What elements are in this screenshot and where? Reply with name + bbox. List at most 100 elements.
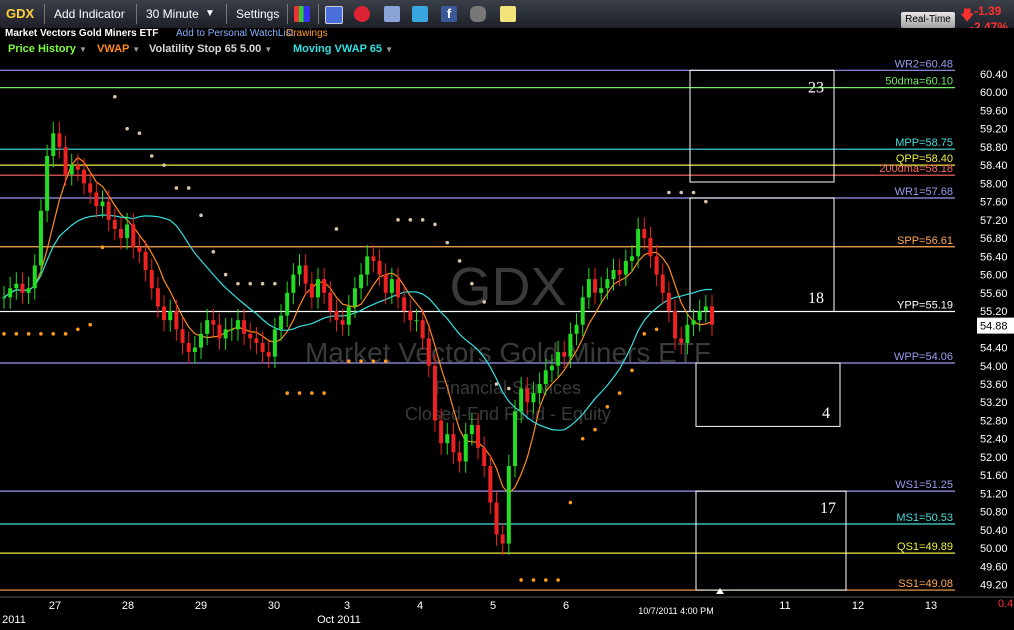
price-chart[interactable]: GDX Market Vectors Gold Miners ETF Finan… — [0, 0, 1014, 630]
chevron-down-icon[interactable]: ▼ — [385, 45, 393, 54]
crosshair-date-label: 10/7/2011 4:00 PM — [638, 606, 713, 616]
volatility-stop-dot — [334, 227, 339, 231]
indicator-volatility-stop[interactable]: Volatility Stop 65 5.00 ▼ — [149, 43, 272, 55]
candle-body — [660, 274, 665, 293]
date-tick-label: 30 — [268, 600, 280, 612]
candle-body — [20, 283, 25, 293]
chevron-down-icon[interactable]: ▼ — [132, 45, 140, 54]
price-tick-label: 51.60 — [980, 470, 1008, 482]
book-icon[interactable] — [384, 6, 400, 22]
volatility-stop-dot — [519, 578, 523, 582]
twitter-icon[interactable] — [412, 6, 428, 22]
candle-body — [488, 466, 493, 503]
price-tick-label: 57.20 — [980, 215, 1008, 227]
box-count-label: 23 — [808, 79, 824, 96]
volatility-stop-dot — [199, 213, 203, 218]
date-tick-label: 29 — [195, 600, 207, 612]
volatility-stop-dot — [420, 218, 425, 222]
candle-body — [162, 306, 167, 321]
settings-button[interactable]: Settings — [236, 0, 279, 28]
candle-body — [82, 169, 87, 184]
date-tick-label: 3 — [344, 600, 350, 612]
candle-body — [57, 133, 62, 147]
add-indicator-button[interactable]: Add Indicator — [54, 0, 125, 28]
date-tick-label: 28 — [122, 600, 134, 612]
candle-body — [396, 279, 401, 298]
indicator-label: VWAP — [97, 43, 130, 55]
symbol-field[interactable]: GDX — [6, 0, 34, 28]
candle-body — [512, 411, 517, 467]
indicator-moving-vwap[interactable]: Moving VWAP 65 ▼ — [293, 43, 393, 55]
candle-body — [371, 256, 376, 261]
volatility-stop-dot — [186, 186, 191, 190]
candle-body — [697, 311, 702, 321]
candle-body — [297, 265, 302, 275]
candle-body — [340, 320, 345, 325]
level-label: WS1=51.25 — [895, 479, 953, 491]
info-bar: Market Vectors Gold Miners ETF Add to Pe… — [0, 28, 1014, 42]
candle-body — [457, 452, 462, 462]
facebook-icon[interactable]: f — [441, 6, 457, 22]
candle-body — [420, 320, 425, 339]
toolbar-separator — [136, 4, 137, 24]
chevron-down-icon[interactable]: ▼ — [79, 45, 87, 54]
drawings-link[interactable]: Drawings — [286, 28, 328, 39]
candle-body — [525, 388, 530, 403]
candle-body — [334, 311, 339, 321]
indicator-label: Volatility Stop 65 5.00 — [149, 43, 262, 55]
current-price-label: 54.88 — [980, 321, 1008, 333]
box-count-label: 18 — [808, 290, 824, 307]
volatility-stop-dot — [137, 131, 142, 136]
candle-body — [537, 383, 542, 394]
candle-body — [636, 228, 641, 257]
volatility-stop-dot — [310, 391, 314, 395]
candle-body — [106, 201, 111, 220]
candle-body — [149, 270, 154, 289]
candle-body — [445, 434, 450, 444]
save-icon[interactable] — [325, 6, 343, 24]
binoculars-icon[interactable] — [470, 6, 486, 22]
volatility-stop-dot — [704, 199, 708, 204]
level-label: SS1=49.08 — [898, 578, 953, 590]
candle-body — [562, 352, 567, 357]
candle-body — [118, 228, 123, 239]
volatility-stop-dot — [174, 186, 179, 190]
candle-body — [439, 420, 444, 444]
candle-body — [8, 288, 13, 298]
volatility-stop-dot — [593, 427, 597, 432]
chevron-down-icon[interactable]: ▼ — [264, 45, 272, 54]
volatility-stop-dot — [691, 190, 696, 195]
date-tick-label: 6 — [563, 600, 569, 612]
volatility-stop-dot — [236, 281, 240, 286]
candle-body — [642, 228, 647, 239]
watchlist-link[interactable]: Add to Personal WatchList — [176, 28, 293, 39]
candle-body — [69, 165, 74, 175]
candle-body — [2, 297, 6, 299]
candle-body — [75, 165, 80, 170]
price-tick-label: 52.00 — [980, 452, 1008, 464]
interval-select[interactable]: 30 Minute — [146, 0, 199, 28]
candle-body — [38, 210, 43, 266]
candle-body — [685, 324, 690, 343]
indicator-vwap[interactable]: VWAP ▼ — [97, 43, 140, 55]
candle-body — [254, 338, 259, 343]
chevron-down-icon[interactable]: ▼ — [205, 0, 215, 28]
alarm-clock-icon[interactable] — [354, 6, 370, 22]
volatility-stop-dot — [371, 359, 376, 363]
date-tick-label: 5 — [490, 600, 496, 612]
candle-body — [531, 393, 536, 403]
candle-body — [279, 315, 284, 330]
volatility-stop-dot — [605, 404, 610, 409]
volatility-stop-dot — [494, 382, 499, 386]
volatility-stop-dot — [654, 327, 659, 332]
candle-body — [494, 502, 499, 535]
indicator-price-history[interactable]: Price History ▼ — [8, 43, 87, 55]
realtime-badge[interactable]: Real-Time — [901, 12, 955, 28]
candle-body — [155, 288, 160, 307]
volatility-stop-dot — [125, 126, 129, 131]
price-tick-label: 49.20 — [980, 580, 1008, 592]
bar-chart-icon[interactable] — [294, 6, 310, 22]
level-label: WPP=54.06 — [894, 351, 953, 363]
candle-body — [100, 201, 105, 207]
note-icon[interactable] — [500, 6, 516, 22]
